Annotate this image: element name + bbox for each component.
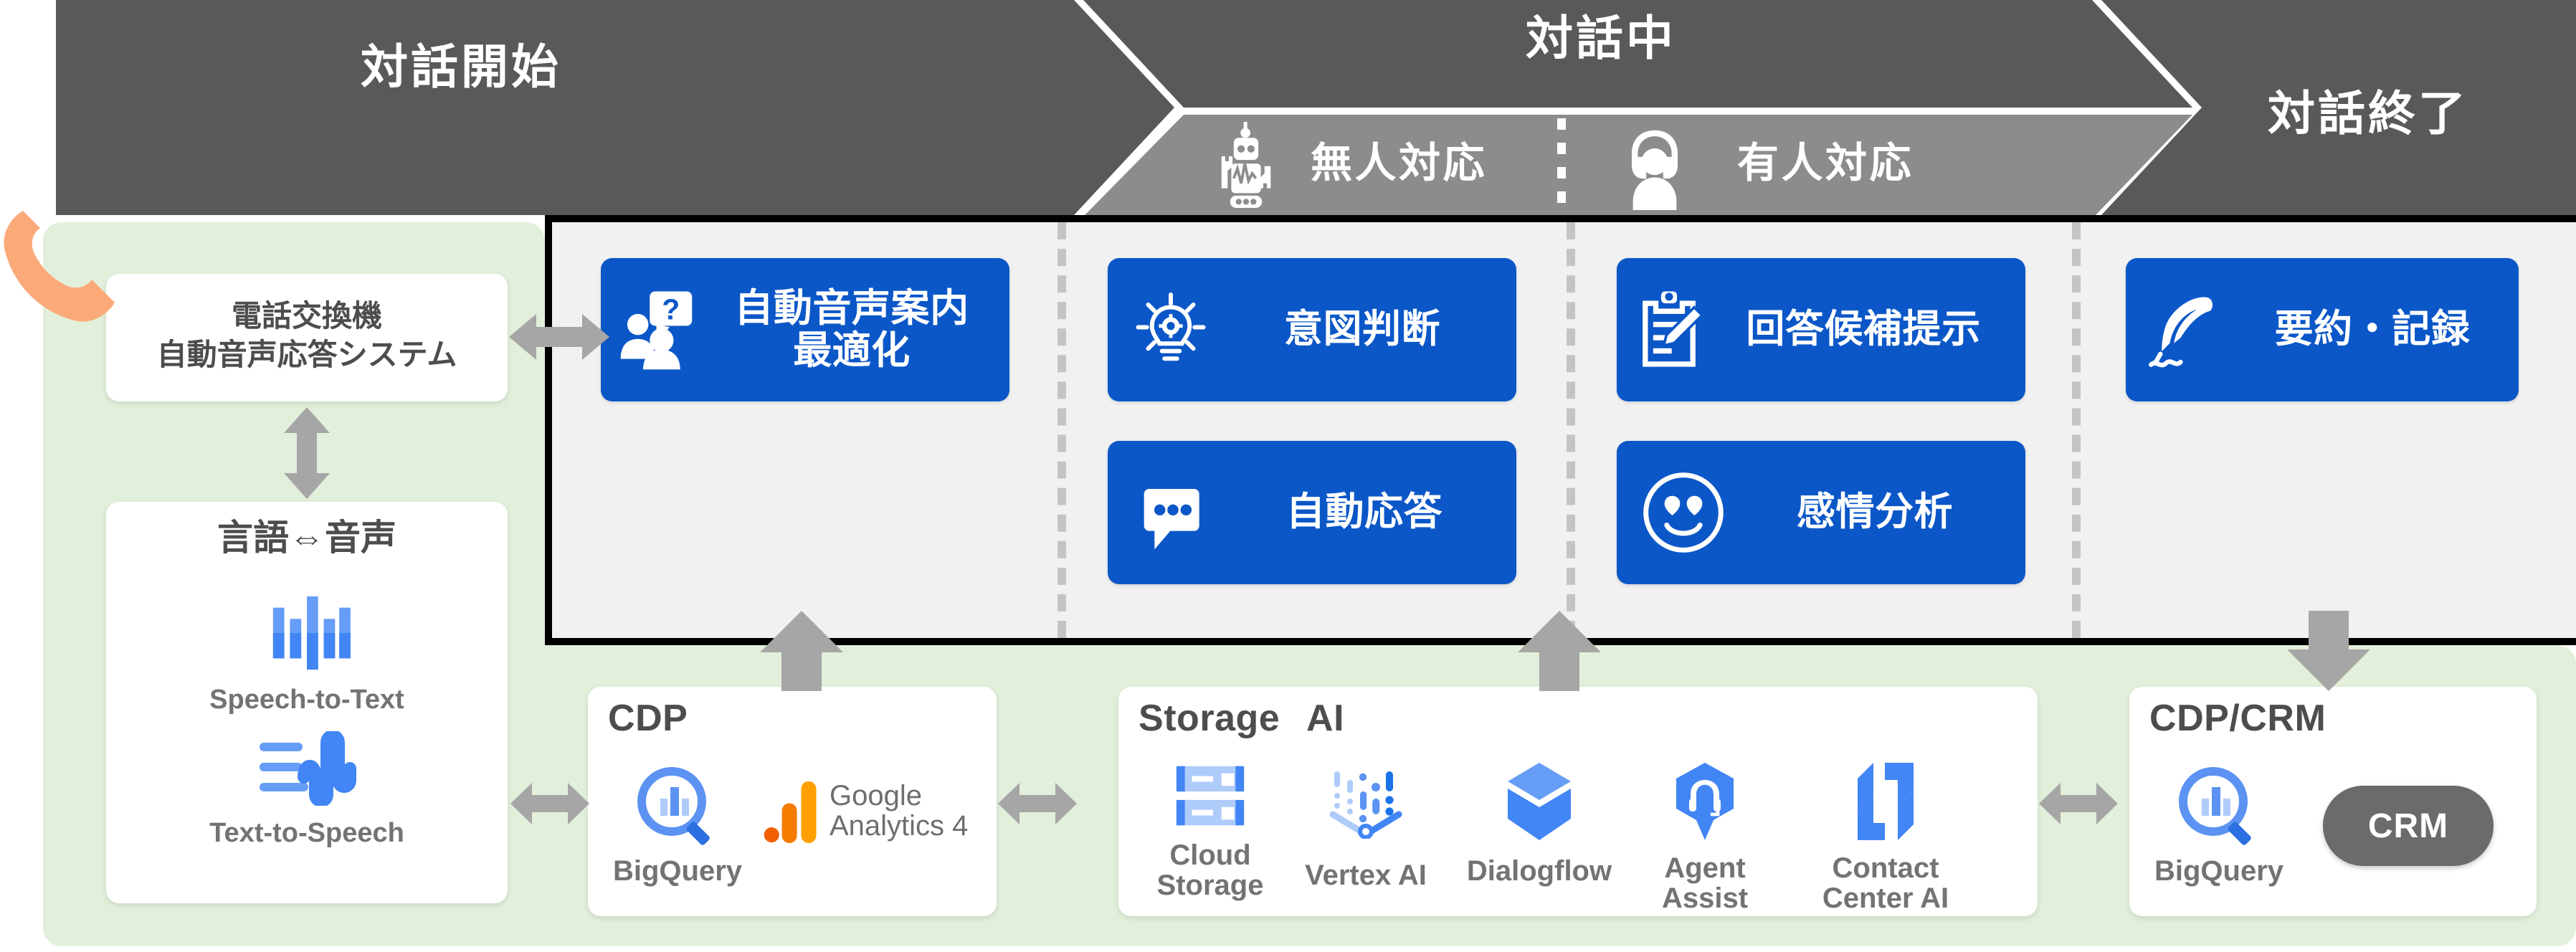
arrow-stage-down-to-cdpcrm (2286, 611, 2372, 695)
clipboard-pencil-icon (1627, 287, 1711, 372)
phase-banner: 対話開始 対話中 対話終了 無人対応 有人対応 (56, 0, 2576, 226)
smiley-heart-eyes-icon (1630, 468, 1737, 557)
speech-to-text-icon (272, 596, 351, 670)
product-label-google-analytics: Google Analytics 4 (830, 780, 969, 842)
dialogflow-icon (1508, 763, 1571, 840)
product-dialogflow: Dialogflow (1454, 760, 1625, 886)
subphase-label-unmanned: 無人対応 (1311, 140, 1487, 186)
product-label-speech-to-text: Speech-to-Text (209, 685, 404, 715)
storage-ai-card: Storage AI Cloud Storage Vertex AI Dialo… (1118, 687, 2038, 916)
crm-badge-label: CRM (2367, 806, 2449, 845)
arrow-cdp-up-to-stage (759, 611, 845, 695)
product-label-agent-assist: Agent Assist (1661, 852, 1749, 915)
product-cloud-storage: Cloud Storage (1146, 760, 1275, 901)
product-label-bigquery-cdp: BigQuery (612, 855, 743, 887)
product-bigquery-cdp: BigQuery (609, 761, 746, 886)
feature-card-summary[interactable]: 要約・記録 (2126, 258, 2519, 401)
stage-divider-3 (2072, 222, 2081, 638)
text-to-speech-icon (260, 731, 356, 806)
phase-label-during: 対話中 (1526, 11, 1676, 65)
feature-label-ivr-optimize: 自動音声案内 最適化 (734, 286, 969, 372)
phase-chevron-start (56, 0, 1174, 215)
telephony-title: 電話交換機 自動音声応答システム (156, 299, 457, 371)
feature-label-intent: 意図判断 (1283, 308, 1441, 351)
stage-divider-1 (1058, 222, 1066, 638)
arrow-storage-to-cdpcrm (2039, 778, 2118, 833)
feature-card-answer-suggestion[interactable]: 回答候補提示 (1617, 258, 2025, 401)
cloud-storage-icon (1176, 766, 1245, 826)
arrow-ai-up-to-stage (1516, 611, 1602, 695)
cdp-card: CDP BigQuery Google Analytics 4 (588, 687, 997, 916)
feature-card-sentiment[interactable]: 感情分析 (1617, 441, 2025, 584)
feature-label-sentiment: 感情分析 (1796, 490, 1954, 534)
product-label-text-to-speech: Text-to-Speech (209, 818, 404, 848)
bigquery-icon (2179, 767, 2251, 845)
product-label-bigquery-crm: BigQuery (2154, 855, 2284, 887)
ai-title: AI (1306, 698, 1345, 739)
arrow-telephony-to-speech (278, 407, 336, 503)
phone-handset-icon (0, 199, 135, 346)
product-agent-assist: Agent Assist (1633, 760, 1777, 914)
product-google-analytics: Google Analytics 4 (764, 779, 968, 844)
cdp-crm-title: CDP/CRM (2149, 698, 2327, 739)
product-bigquery-crm: BigQuery (2151, 761, 2287, 886)
headset-agent-icon (1615, 125, 1694, 214)
feature-card-ivr-optimize[interactable]: ? 自動音声案内 最適化 (601, 258, 1009, 401)
bigquery-icon (637, 767, 710, 845)
cdp-title: CDP (608, 698, 688, 739)
svg-text:?: ? (662, 292, 680, 325)
product-label-dialogflow: Dialogflow (1466, 855, 1612, 887)
speech-card: 言語⇔音声 Speech-to-Text Text-to-Speech (106, 502, 508, 903)
stage-divider-2 (1567, 222, 1575, 638)
lightbulb-gear-icon (1121, 290, 1221, 370)
phase-label-end: 対話終了 (2268, 87, 2468, 140)
cdp-crm-card: CDP/CRM BigQuery CRM (2129, 687, 2537, 916)
quill-pen-icon (2136, 287, 2236, 373)
product-text-to-speech: Text-to-Speech (106, 731, 508, 847)
product-label-vertex-ai: Vertex AI (1305, 860, 1427, 891)
robot-icon (1207, 122, 1285, 211)
google-analytics-icon (764, 781, 817, 844)
product-vertex-ai: Vertex AI (1298, 760, 1434, 890)
contact-center-ai-icon (1858, 763, 1914, 840)
product-label-contact-center-ai: Contact Center AI (1822, 852, 1949, 915)
arrow-cdp-to-storage (998, 778, 1077, 833)
product-contact-center-ai: Contact Center AI (1778, 760, 1993, 914)
telephony-card: 電話交換機 自動音声応答システム (106, 274, 508, 401)
agent-assist-icon (1676, 763, 1734, 840)
storage-title: Storage (1139, 698, 1280, 739)
feature-label-answer-suggestion: 回答候補提示 (1746, 308, 1981, 351)
feature-label-summary: 要約・記録 (2274, 308, 2471, 351)
people-question-icon: ? (614, 287, 707, 373)
phase-label-start: 対話開始 (361, 40, 561, 93)
subphase-label-manned: 有人対応 (1737, 140, 1914, 186)
product-speech-to-text: Speech-to-Text (106, 594, 508, 714)
product-label-cloud-storage: Cloud Storage (1156, 839, 1264, 902)
vertex-ai-icon (1329, 771, 1402, 839)
chat-bubble-dots-icon (1121, 470, 1225, 555)
crm-badge: CRM (2323, 786, 2494, 866)
arrow-speech-to-cdp (510, 778, 589, 833)
feature-card-auto-reply[interactable]: 自動応答 (1108, 441, 1516, 584)
feature-label-auto-reply: 自動応答 (1285, 490, 1443, 534)
feature-card-intent[interactable]: 意図判断 (1108, 258, 1516, 401)
speech-title: 言語⇔音声 (217, 518, 396, 558)
arrow-telephony-to-stage (509, 308, 609, 369)
